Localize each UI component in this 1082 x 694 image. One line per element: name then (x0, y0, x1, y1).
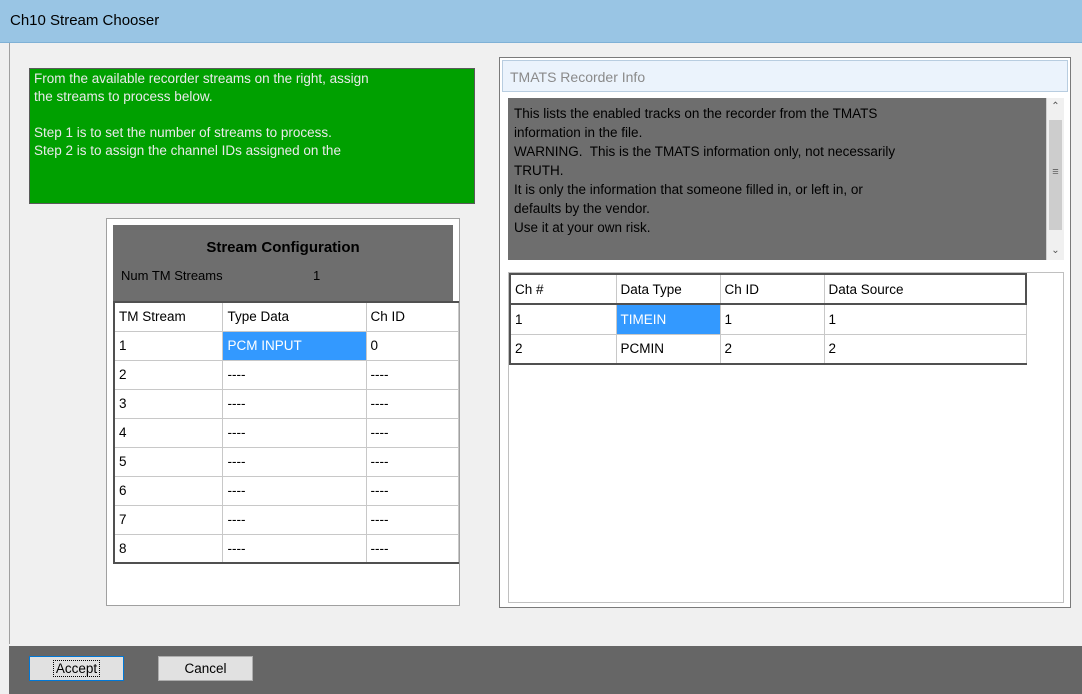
scroll-down-icon[interactable]: ⌄ (1047, 242, 1064, 260)
ch-id-cell[interactable]: 0 (365, 330, 460, 361)
stream-row[interactable]: 3 ---- ---- (113, 388, 460, 419)
ch-id-cell[interactable]: ---- (365, 388, 460, 419)
ch-id-cell[interactable]: 2 (719, 333, 825, 365)
stream-row[interactable]: 6 ---- ---- (113, 475, 460, 506)
instructions-text: From the available recorder streams on t… (29, 68, 475, 204)
column-header-ch-number[interactable]: Ch # (509, 273, 617, 305)
ch-id-cell[interactable]: ---- (365, 475, 460, 506)
title-bar[interactable]: Ch10 Stream Chooser (0, 0, 1082, 43)
column-header-data-source[interactable]: Data Source (823, 273, 1027, 305)
tm-stream-cell[interactable]: 6 (113, 475, 224, 506)
column-header-ch-id[interactable]: Ch ID (365, 301, 460, 332)
type-data-cell[interactable]: ---- (222, 417, 367, 448)
data-source-cell[interactable]: 2 (823, 333, 1027, 365)
stream-row[interactable]: 2 ---- ---- (113, 359, 460, 390)
ch-id-cell[interactable]: ---- (365, 446, 460, 477)
tm-stream-cell[interactable]: 5 (113, 446, 224, 477)
column-header-tm-stream[interactable]: TM Stream (113, 301, 224, 332)
type-data-cell[interactable]: ---- (222, 475, 367, 506)
scroll-up-icon[interactable]: ⌃ (1047, 98, 1064, 116)
button-bar: Accept Cancel (9, 646, 1082, 694)
description-scrollbar[interactable]: ⌃ ≡ ⌄ (1046, 98, 1064, 260)
type-data-cell[interactable]: ---- (222, 533, 367, 564)
tmats-description-text[interactable]: This lists the enabled tracks on the rec… (508, 98, 1054, 260)
tmats-grid-header: Ch # Data Type Ch ID Data Source (509, 273, 1027, 305)
tmats-recorder-panel: TMATS Recorder Info This lists the enabl… (499, 57, 1071, 608)
ch-id-cell[interactable]: ---- (365, 359, 460, 390)
cancel-button[interactable]: Cancel (158, 656, 253, 681)
num-tm-streams-value[interactable]: 1 (313, 268, 320, 283)
stream-row[interactable]: 8 ---- ---- (113, 533, 460, 564)
tmats-grid: Ch # Data Type Ch ID Data Source 1 TIMEI… (509, 273, 1027, 365)
tm-stream-cell[interactable]: 2 (113, 359, 224, 390)
window-title: Ch10 Stream Chooser (10, 12, 160, 29)
ch-id-cell[interactable]: ---- (365, 417, 460, 448)
scrollbar-thumb[interactable]: ≡ (1049, 120, 1062, 230)
tmats-row[interactable]: 1 TIMEIN 1 1 (509, 303, 1027, 335)
tm-stream-cell[interactable]: 7 (113, 504, 224, 535)
type-data-cell[interactable]: ---- (222, 359, 367, 390)
type-data-cell[interactable]: ---- (222, 446, 367, 477)
tmats-grid-area: Ch # Data Type Ch ID Data Source 1 TIMEI… (508, 272, 1064, 603)
stream-configuration-heading: Stream Configuration (206, 239, 360, 256)
stream-configuration-header: Stream Configuration Num TM Streams 1 (113, 225, 453, 301)
stream-row[interactable]: 5 ---- ---- (113, 446, 460, 477)
grip-icon: ≡ (1052, 166, 1059, 178)
tm-stream-cell[interactable]: 8 (113, 533, 224, 564)
type-data-cell[interactable]: ---- (222, 504, 367, 535)
type-data-cell[interactable]: PCM INPUT (222, 330, 367, 361)
ch-number-cell[interactable]: 1 (509, 303, 617, 335)
tm-stream-cell[interactable]: 3 (113, 388, 224, 419)
column-header-data-type[interactable]: Data Type (615, 273, 721, 305)
type-data-cell[interactable]: ---- (222, 388, 367, 419)
accept-button[interactable]: Accept (29, 656, 124, 681)
tmats-panel-title-bar: TMATS Recorder Info (502, 60, 1068, 92)
stream-row[interactable]: 1 PCM INPUT 0 (113, 330, 460, 361)
ch-id-cell[interactable]: ---- (365, 504, 460, 535)
ch-id-cell[interactable]: 1 (719, 303, 825, 335)
stream-row[interactable]: 7 ---- ---- (113, 504, 460, 535)
accept-button-label: Accept (52, 660, 101, 677)
tmats-panel-title: TMATS Recorder Info (510, 69, 646, 85)
tmats-row[interactable]: 2 PCMIN 2 2 (509, 333, 1027, 365)
ch-id-cell[interactable]: ---- (365, 533, 460, 564)
ch-number-cell[interactable]: 2 (509, 333, 617, 365)
stream-grid-header: TM Stream Type Data Ch ID (113, 301, 460, 332)
num-tm-streams-label: Num TM Streams (121, 268, 223, 283)
column-header-ch-id[interactable]: Ch ID (719, 273, 825, 305)
data-type-cell[interactable]: TIMEIN (615, 303, 721, 335)
stream-row[interactable]: 4 ---- ---- (113, 417, 460, 448)
stream-grid: TM Stream Type Data Ch ID 1 PCM INPUT 0 … (113, 301, 460, 564)
tm-stream-cell[interactable]: 1 (113, 330, 224, 361)
data-source-cell[interactable]: 1 (823, 303, 1027, 335)
column-header-type-data[interactable]: Type Data (222, 301, 367, 332)
tm-stream-cell[interactable]: 4 (113, 417, 224, 448)
data-type-cell[interactable]: PCMIN (615, 333, 721, 365)
stream-configuration-panel: Stream Configuration Num TM Streams 1 TM… (106, 218, 460, 606)
